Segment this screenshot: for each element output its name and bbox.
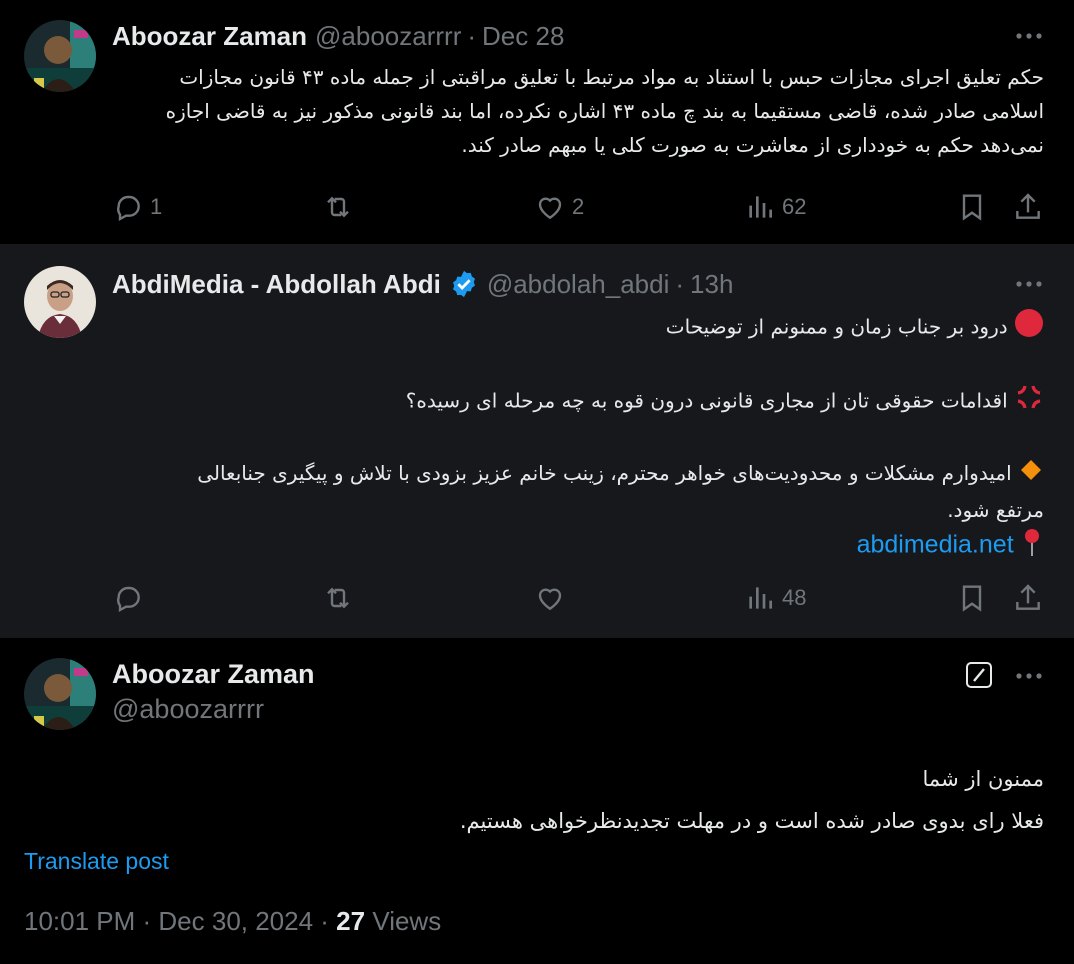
text-line: درود بر جناب زمان و ممنونم از توضیحات [112, 308, 1044, 348]
text-line: ممنون از شما [922, 767, 1044, 791]
more-icon[interactable] [1014, 658, 1044, 694]
handle-line: @aboozarrrr [112, 694, 264, 725]
text-line: فعلا رای بدوی صادر شده است و در مهلت تجد… [459, 809, 1044, 833]
reply-count: 1 [150, 194, 163, 219]
tweet-focused[interactable]: Aboozar Zaman @aboozarrrr ممنون از شما ف… [0, 638, 1074, 964]
tweet-text: حکم تعلیق اجرای مجازات حبس با استناد به … [112, 60, 1044, 162]
bookmark-button[interactable] [956, 187, 988, 227]
tweet-header: Aboozar Zaman @aboozarrrr · Dec 28 [112, 18, 1054, 54]
greeting-text: درود بر جناب زمان و ممنونم از توضیحات [665, 314, 1008, 339]
tweet-highlighted[interactable]: AbdiMedia - Abdollah Abdi @abdolah_abdi … [0, 244, 1074, 638]
text-line: نمی‌دهد حکم به خودداری از معاشرت به صورت… [461, 133, 1044, 157]
tweet-header: Aboozar Zaman [112, 656, 1054, 692]
more-icon[interactable] [1014, 266, 1044, 302]
text-line: اقدامات حقوقی تان از مجاری قانونی درون ق… [112, 382, 1044, 422]
retweet-button[interactable] [322, 187, 354, 227]
retweet-icon [327, 196, 349, 218]
bookmark-button[interactable] [956, 578, 988, 618]
translate-post-link[interactable]: Translate post [24, 848, 169, 875]
tweet-text: ممنون از شما فعلا رای بدوی صادر شده است … [24, 758, 1044, 842]
website-link[interactable]: abdimedia.net [857, 530, 1014, 558]
tweet[interactable]: Aboozar Zaman @aboozarrrr · Dec 28 حکم ت… [0, 0, 1074, 244]
views-label: Views [365, 906, 442, 936]
anger-symbol-icon [1014, 382, 1044, 422]
author-handle[interactable]: @aboozarrrr [112, 694, 264, 724]
author-handle[interactable]: @abdolah_abdi [487, 269, 670, 300]
red-circle-icon [1014, 308, 1044, 348]
dot-separator: · [467, 20, 477, 51]
verified-icon [452, 270, 475, 298]
views-icon [749, 587, 772, 609]
share-icon [1016, 584, 1040, 610]
action-bar: 1 2 62 [108, 187, 1050, 227]
post-time[interactable]: Dec 28 [482, 21, 564, 52]
bookmark-icon [962, 585, 982, 612]
views-count: 62 [782, 194, 807, 219]
views-button[interactable]: 62 [744, 187, 806, 227]
retweet-button[interactable] [322, 578, 354, 618]
views-count: 27 [336, 906, 366, 936]
views-icon [749, 196, 772, 218]
retweet-icon [327, 587, 349, 609]
dot-separator: · [675, 268, 685, 299]
avatar[interactable] [24, 658, 96, 730]
text-line: مرتفع شود. [947, 497, 1044, 522]
views-count: 48 [782, 585, 807, 610]
action-bar: 48 [108, 578, 1050, 618]
post-time[interactable]: 13h [690, 269, 733, 300]
author-name[interactable]: AbdiMedia - Abdollah Abdi [112, 269, 441, 300]
like-icon [538, 197, 562, 220]
reply-button[interactable]: 1 [112, 187, 162, 227]
share-button[interactable] [1012, 578, 1044, 618]
pin-icon [1020, 527, 1044, 567]
text-line: امیدوارم مشکلات و محدودیت‌های خواهر محتر… [112, 456, 1044, 493]
author-name[interactable]: Aboozar Zaman [112, 21, 307, 52]
orange-diamond-icon [1018, 457, 1044, 493]
edit-icon[interactable] [964, 660, 994, 690]
text-line: اسلامی صادر شده، قاضی مستقیما به بند چ م… [165, 99, 1044, 123]
author-name[interactable]: Aboozar Zaman [112, 659, 315, 690]
share-icon [1016, 193, 1040, 219]
question-text: اقدامات حقوقی تان از مجاری قانونی درون ق… [405, 388, 1008, 413]
reply-icon [117, 586, 140, 613]
like-button[interactable]: 2 [534, 187, 584, 227]
avatar[interactable] [24, 266, 96, 338]
reply-icon [117, 195, 140, 222]
text-line: abdimedia.net [112, 527, 1044, 567]
views-button[interactable]: 48 [744, 578, 806, 618]
tweet-header: AbdiMedia - Abdollah Abdi @abdolah_abdi … [112, 266, 1054, 302]
bookmark-icon [962, 194, 982, 221]
share-button[interactable] [1012, 187, 1044, 227]
more-icon[interactable] [1014, 18, 1044, 54]
post-meta: 10:01 PM · Dec 30, 2024 · 27 Views [24, 906, 441, 937]
text-line: حکم تعلیق اجرای مجازات حبس با استناد به … [179, 65, 1044, 89]
like-button[interactable] [534, 578, 566, 618]
post-timestamp[interactable]: 10:01 PM · Dec 30, 2024 · [24, 906, 336, 936]
like-icon [538, 588, 562, 611]
like-count: 2 [572, 194, 585, 219]
avatar[interactable] [24, 20, 96, 92]
wish-text: امیدوارم مشکلات و محدودیت‌های خواهر محتر… [197, 461, 1012, 485]
tweet-text: درود بر جناب زمان و ممنونم از توضیحات اق… [112, 308, 1044, 567]
author-handle[interactable]: @aboozarrrr [315, 21, 461, 52]
reply-button[interactable] [112, 578, 144, 618]
